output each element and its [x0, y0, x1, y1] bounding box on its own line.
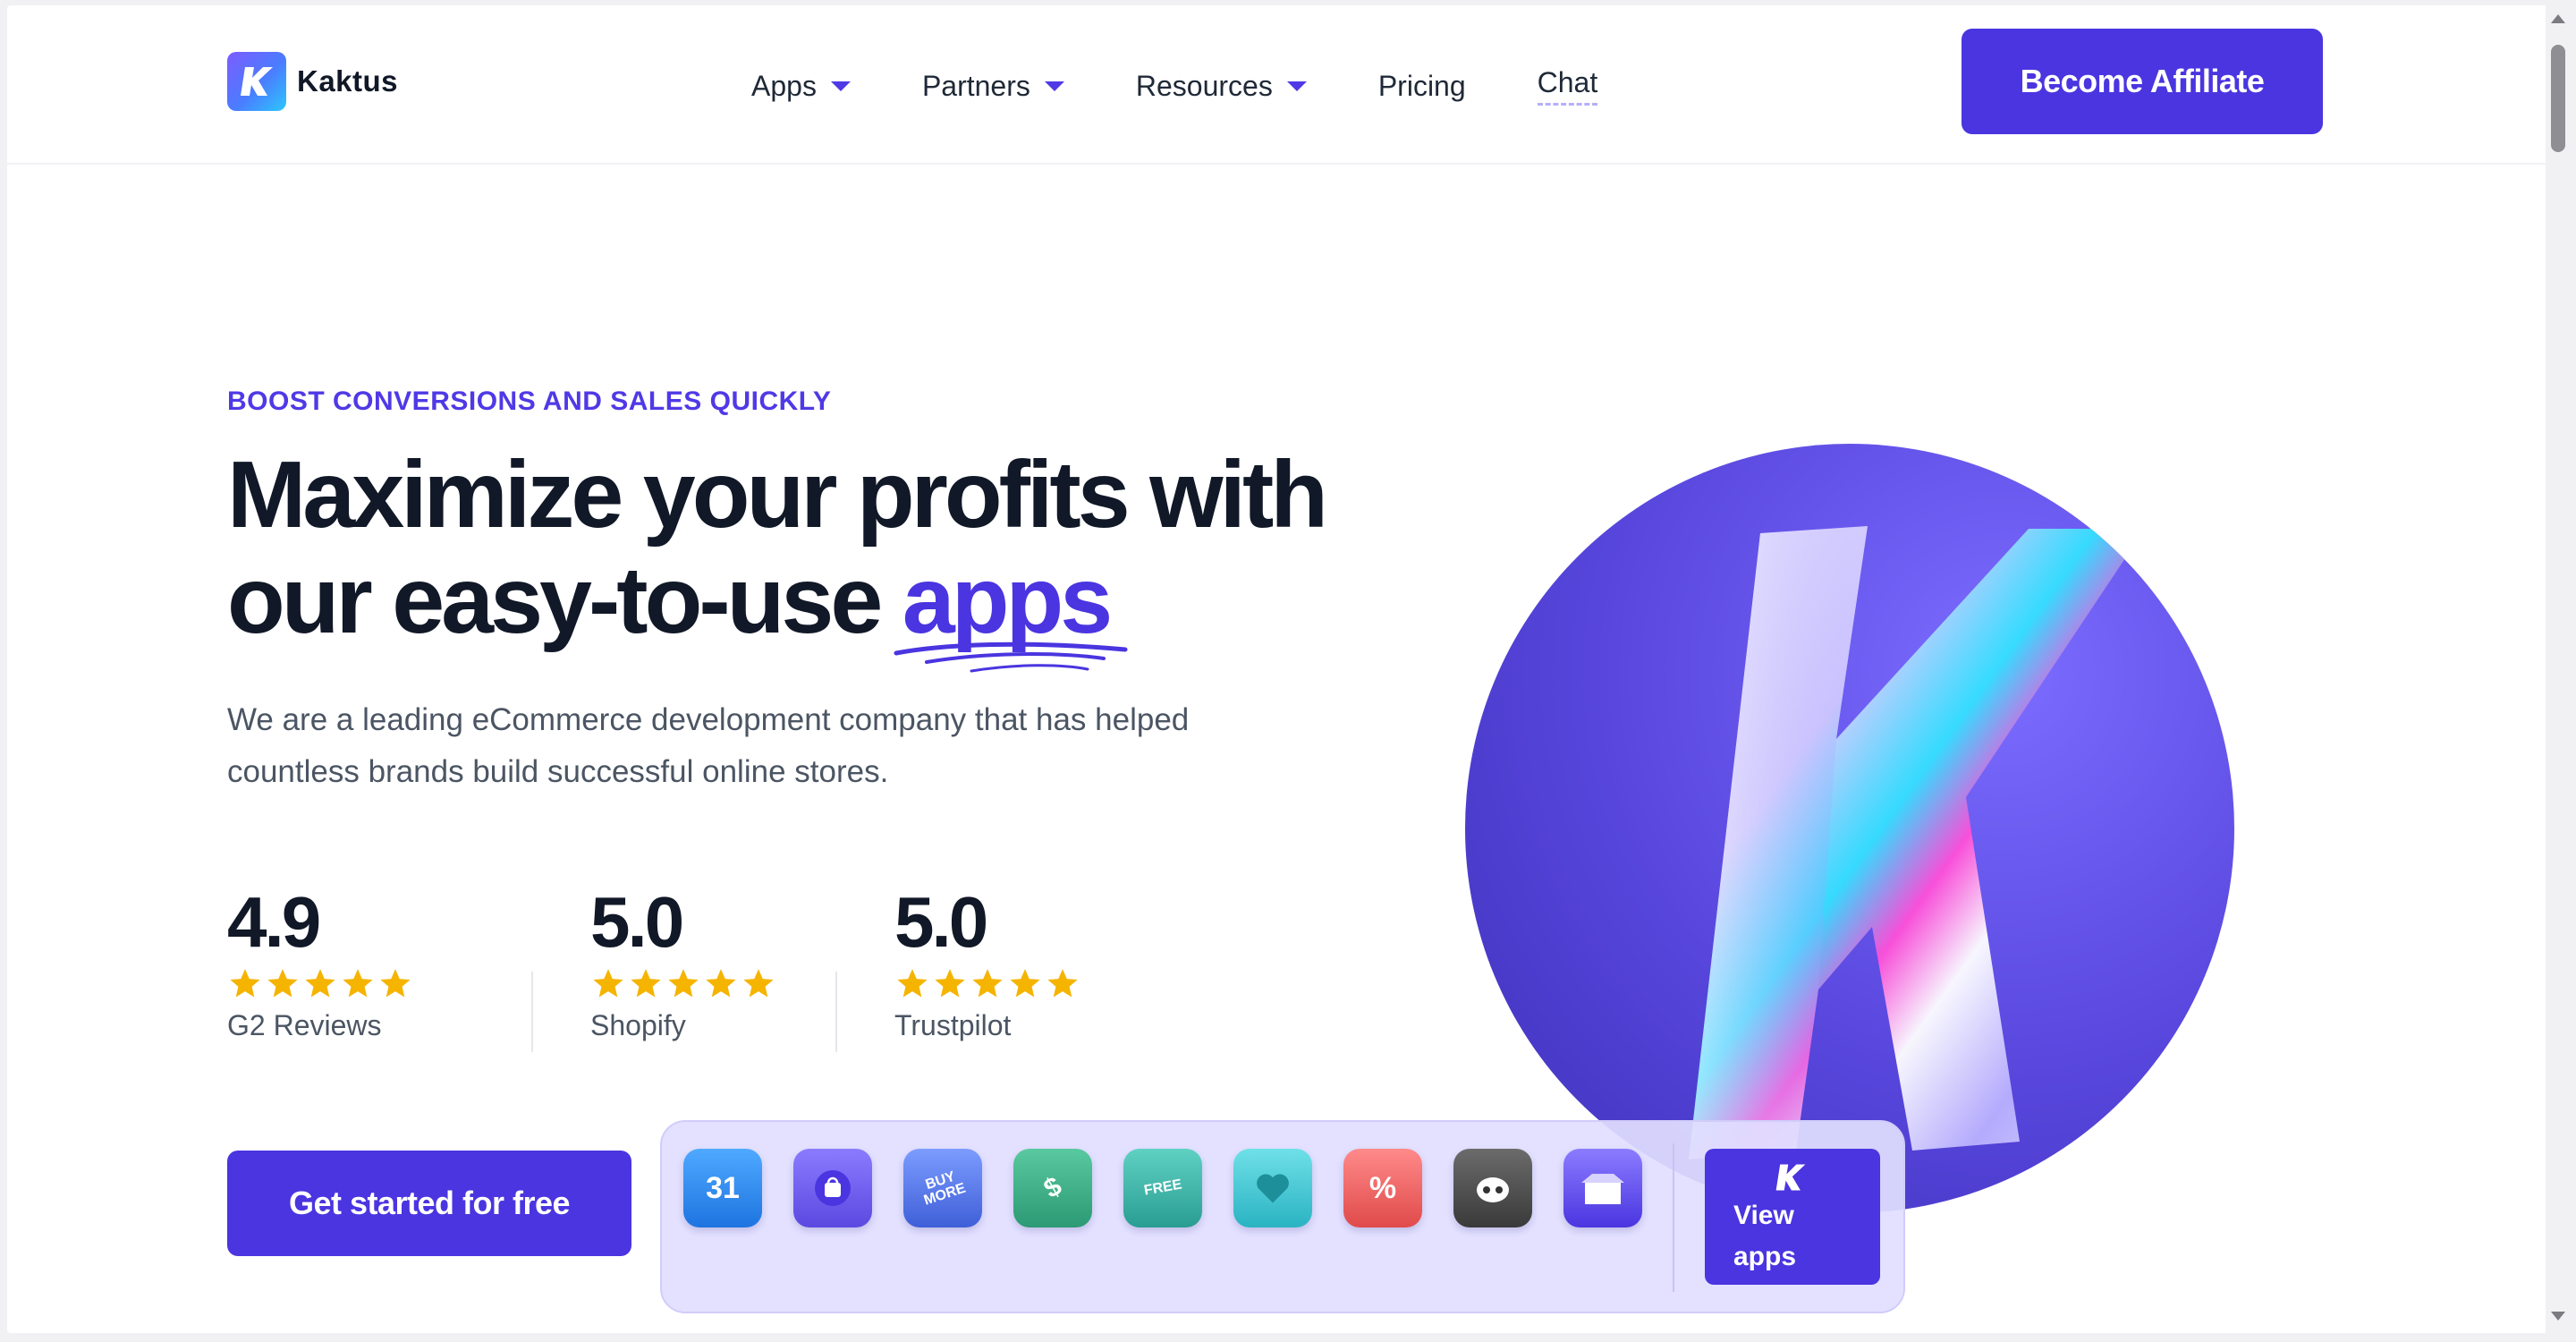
robot-face-icon[interactable]: [1453, 1149, 1532, 1227]
get-started-button[interactable]: Get started for free: [227, 1151, 631, 1256]
site-header: Kaktus Apps Partners Resources Pricing C…: [7, 5, 2549, 165]
nav-item-pricing[interactable]: Pricing: [1378, 70, 1466, 103]
brand-name: Kaktus: [297, 64, 399, 98]
main-nav: Apps Partners Resources Pricing Chat: [751, 66, 1669, 106]
kaktus-k-icon: [1775, 1164, 1806, 1191]
heart-badge-icon[interactable]: [1233, 1149, 1312, 1227]
star-rating: [590, 966, 835, 1000]
chevron-down-icon: [1286, 81, 1307, 91]
heart-glyph-icon: [1257, 1174, 1289, 1203]
star-icon: [1010, 969, 1040, 998]
nav-label-resources: Resources: [1135, 69, 1273, 102]
tray-divider: [1673, 1143, 1674, 1292]
become-affiliate-button[interactable]: Become Affiliate: [1962, 29, 2323, 134]
free-shipping-text: FREE: [1142, 1176, 1183, 1199]
brand-logo[interactable]: Kaktus: [227, 52, 398, 111]
open-box-icon[interactable]: [1563, 1149, 1642, 1227]
rating-trustpilot: 5.0 Trustpilot: [835, 882, 1140, 1052]
hero-headline: Maximize your profits with our easy-to-u…: [227, 442, 1328, 653]
scrollbar-thumb[interactable]: [2551, 45, 2565, 152]
chevron-down-icon: [830, 81, 851, 91]
nav-item-resources[interactable]: Resources: [1136, 70, 1307, 103]
app-tray: 31 BUY MORE $ FREE % View apps: [660, 1120, 1905, 1313]
nav-label-apps: Apps: [751, 69, 817, 102]
star-icon: [1047, 969, 1078, 998]
nav-item-partners[interactable]: Partners: [922, 70, 1064, 103]
rating-source: Trustpilot: [894, 1009, 1012, 1041]
free-shipping-truck-icon[interactable]: FREE: [1123, 1149, 1202, 1227]
hero-lead: We are a leading eCommerce development c…: [227, 702, 1190, 789]
app-icon-list: 31 BUY MORE $ FREE %: [683, 1149, 1674, 1227]
star-icon: [305, 969, 335, 998]
iridescent-k-logo-icon: [1689, 526, 2145, 1159]
view-apps-line-2: apps: [1733, 1242, 1797, 1271]
squiggle-underline-icon: [894, 641, 1128, 673]
star-icon: [743, 969, 774, 998]
star-icon: [935, 969, 965, 998]
percent-badge-icon[interactable]: %: [1343, 1149, 1422, 1227]
star-rating: [227, 966, 531, 1000]
hero-illustration: [1465, 444, 2234, 1213]
star-icon: [380, 969, 411, 998]
star-icon: [897, 969, 928, 998]
rating-source: Shopify: [590, 1009, 686, 1041]
price-tag-symbol: $: [1038, 1171, 1067, 1205]
headline-line-2: our easy-to-use: [227, 548, 902, 653]
bag-glyph-icon: [815, 1170, 851, 1206]
buy-more-text: BUY MORE: [921, 1168, 968, 1209]
star-rating: [894, 966, 1140, 1000]
view-apps-line-1: View: [1733, 1201, 1794, 1230]
nav-label-partners: Partners: [921, 69, 1030, 102]
page: Kaktus Apps Partners Resources Pricing C…: [7, 5, 2549, 1333]
nav-label-chat: Chat: [1537, 66, 1598, 106]
nav-item-chat[interactable]: Chat: [1537, 66, 1598, 106]
percent-symbol: %: [1368, 1170, 1397, 1205]
star-icon: [267, 969, 298, 998]
nav-label-pricing: Pricing: [1377, 69, 1466, 102]
rating-score: 5.0: [894, 882, 988, 962]
scroll-down-icon[interactable]: [2551, 1312, 2565, 1321]
rating-score: 4.9: [227, 882, 321, 962]
rating-shopify: 5.0 Shopify: [531, 882, 835, 1052]
shopping-bag-badge-icon[interactable]: [793, 1149, 872, 1227]
buy-more-badge-icon[interactable]: BUY MORE: [903, 1149, 982, 1227]
hero-eyebrow: BOOST CONVERSIONS AND SALES QUICKLY: [227, 386, 832, 416]
robot-glyph-icon: [1477, 1177, 1509, 1202]
star-icon: [230, 969, 260, 998]
nav-item-apps[interactable]: Apps: [751, 70, 851, 103]
star-icon: [706, 969, 736, 998]
rating-source: G2 Reviews: [227, 1009, 382, 1041]
star-icon: [593, 969, 623, 998]
box-glyph-icon: [1581, 1174, 1624, 1204]
page-scrollbar[interactable]: [2546, 5, 2571, 1333]
ratings-row: 4.9 G2 Reviews 5.0 Shopify 5.0 Trustpilo…: [227, 882, 1140, 1052]
kaktus-logo-icon: [227, 52, 286, 111]
star-icon: [972, 969, 1003, 998]
star-icon: [668, 969, 699, 998]
calendar-day: 31: [706, 1170, 740, 1205]
star-icon: [343, 969, 373, 998]
price-tag-icon[interactable]: $: [1013, 1149, 1092, 1227]
rating-score: 5.0: [590, 882, 684, 962]
headline-line-1: Maximize your profits with: [227, 442, 1328, 548]
calendar-icon[interactable]: 31: [683, 1149, 762, 1227]
scroll-up-icon[interactable]: [2551, 14, 2565, 23]
rating-g2: 4.9 G2 Reviews: [227, 882, 531, 1042]
view-apps-button[interactable]: View apps: [1705, 1149, 1880, 1285]
star-icon: [631, 969, 661, 998]
chevron-down-icon: [1044, 81, 1064, 91]
